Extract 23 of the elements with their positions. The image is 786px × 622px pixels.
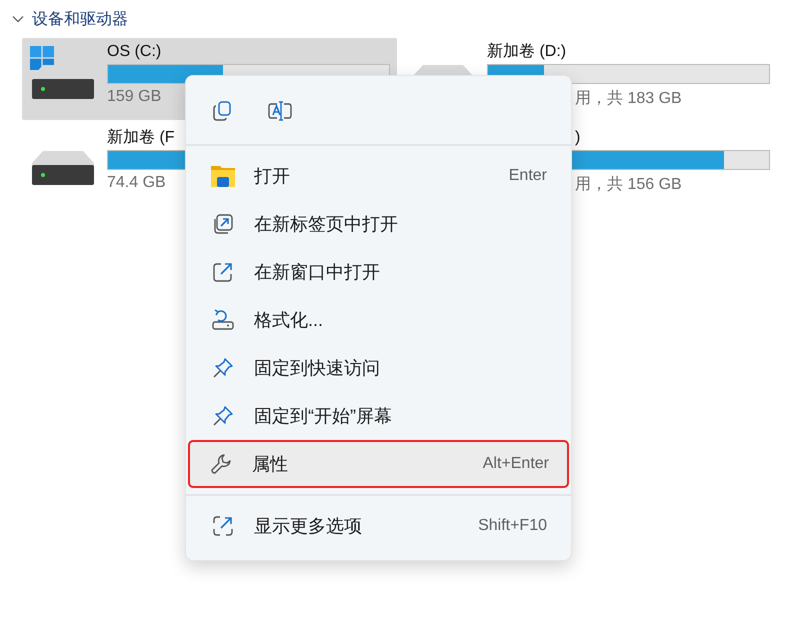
drive-name: OS (C:) [107,42,162,62]
chevron-down-icon[interactable] [12,15,24,23]
drive-name: 新加卷 (F [107,128,175,148]
space-caption: 用，共 156 GB [575,174,682,195]
format-drive-icon [210,309,236,331]
drive-name: ) [575,128,580,148]
drive-name: 新加卷 (D:) [487,42,566,62]
menu-item[interactable]: 固定到“开始”屏幕 [190,392,567,440]
menu-item[interactable]: 在新窗口中打开 [190,248,567,296]
menu-item[interactable]: 在新标签页中打开 [190,200,567,248]
menu-item[interactable]: 格式化... [190,296,567,344]
menu-item[interactable]: 固定到快速访问 [190,344,567,392]
menu-item[interactable]: 显示更多选项 Shift+F10 [190,502,567,550]
section-title: 设备和驱动器 [32,10,128,30]
space-caption: 159 GB [107,88,162,106]
space-caption: 用，共 183 GB [575,88,682,109]
menu-item[interactable]: 属性 Alt+Enter [188,440,569,488]
space-caption: 74.4 GB [107,174,166,192]
windows-logo-icon [30,46,54,70]
hard-drive-icon [31,151,95,185]
folder-icon [210,165,236,187]
hard-drive-icon [31,65,95,99]
menu-item[interactable]: 打开 Enter [190,152,567,200]
